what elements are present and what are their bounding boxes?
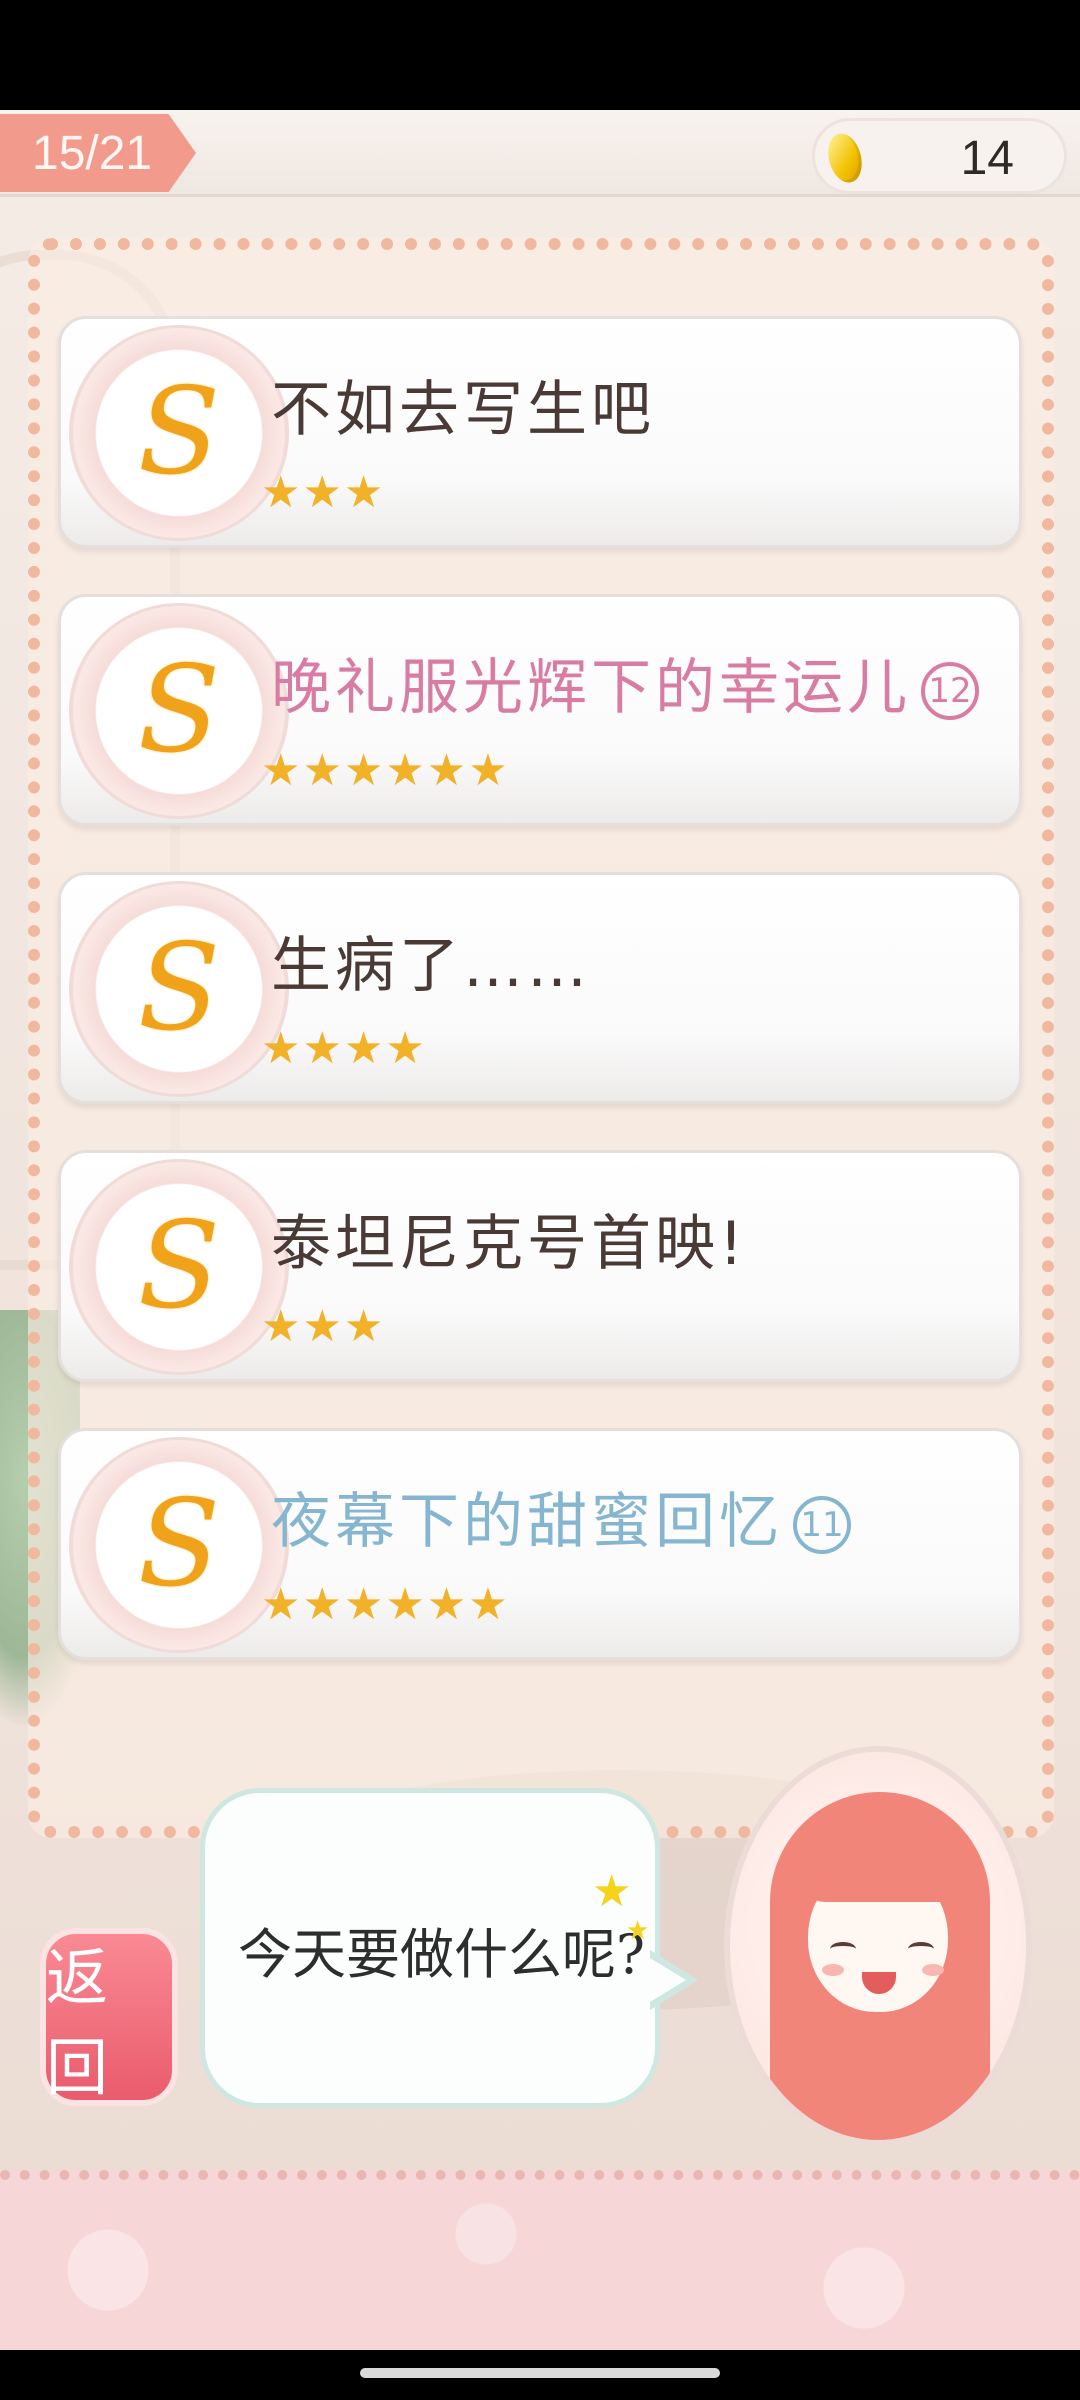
status-bar (0, 0, 1080, 110)
quest-stars: ★★★ (261, 467, 386, 518)
quest-card[interactable]: S 夜幕下的甜蜜回忆 11 ★★★★★★ (58, 1428, 1022, 1660)
back-button-label: 返回 (46, 1941, 111, 2104)
sparkle-icon: ★ (592, 1866, 632, 1917)
sparkle-icon: ★ (626, 1916, 650, 1946)
character-portrait (724, 1746, 1032, 2146)
quest-card[interactable]: S 泰坦尼克号首映! ★★★ (58, 1150, 1022, 1382)
swirl-s-icon: S (69, 325, 289, 541)
quest-number-badge: 12 (921, 662, 979, 721)
coin-counter: 14 (812, 118, 1067, 194)
quest-title: 不如去写生吧 (271, 375, 655, 445)
quest-stars: ★★★★★★ (261, 745, 510, 796)
coin-count: 14 (960, 132, 1014, 185)
quest-title: 生病了…… (271, 931, 591, 1001)
level-progress-badge: 15/21 (0, 114, 196, 192)
quest-title: 晚礼服光辉下的幸运儿 12 (271, 639, 979, 726)
quest-card[interactable]: S 晚礼服光辉下的幸运儿 12 ★★★★★★ (58, 594, 1022, 826)
quest-stars: ★★★★ (261, 1023, 427, 1074)
swirl-s-icon: S (69, 603, 289, 819)
speech-text: 今天要做什么呢? (238, 1923, 645, 1986)
quest-card[interactable]: S 生病了…… ★★★★ (58, 872, 1022, 1104)
back-button[interactable]: 返回 (40, 1928, 178, 2106)
quest-stars: ★★★ (261, 1301, 386, 1352)
coin-icon (823, 129, 867, 187)
game-scene: 15/21 14 S 不如去写生吧 ★★★ S 晚礼服光辉下的幸运儿 12 ★★★… (0, 110, 1080, 2350)
level-progress-text: 15/21 (32, 126, 153, 180)
quest-stars: ★★★★★★ (261, 1579, 510, 1630)
swirl-s-icon: S (69, 881, 289, 1097)
quest-title: 泰坦尼克号首映! (271, 1209, 748, 1279)
swirl-s-icon: S (69, 1437, 289, 1653)
top-bar: 15/21 14 (0, 110, 1080, 197)
swirl-s-icon: S (69, 1159, 289, 1375)
quest-number-badge: 11 (793, 1496, 851, 1555)
quest-card[interactable]: S 不如去写生吧 ★★★ (58, 316, 1022, 548)
bottom-decorative-panel (0, 2170, 1080, 2360)
quest-title: 夜幕下的甜蜜回忆 11 (271, 1473, 851, 1560)
home-indicator[interactable] (360, 2368, 720, 2378)
